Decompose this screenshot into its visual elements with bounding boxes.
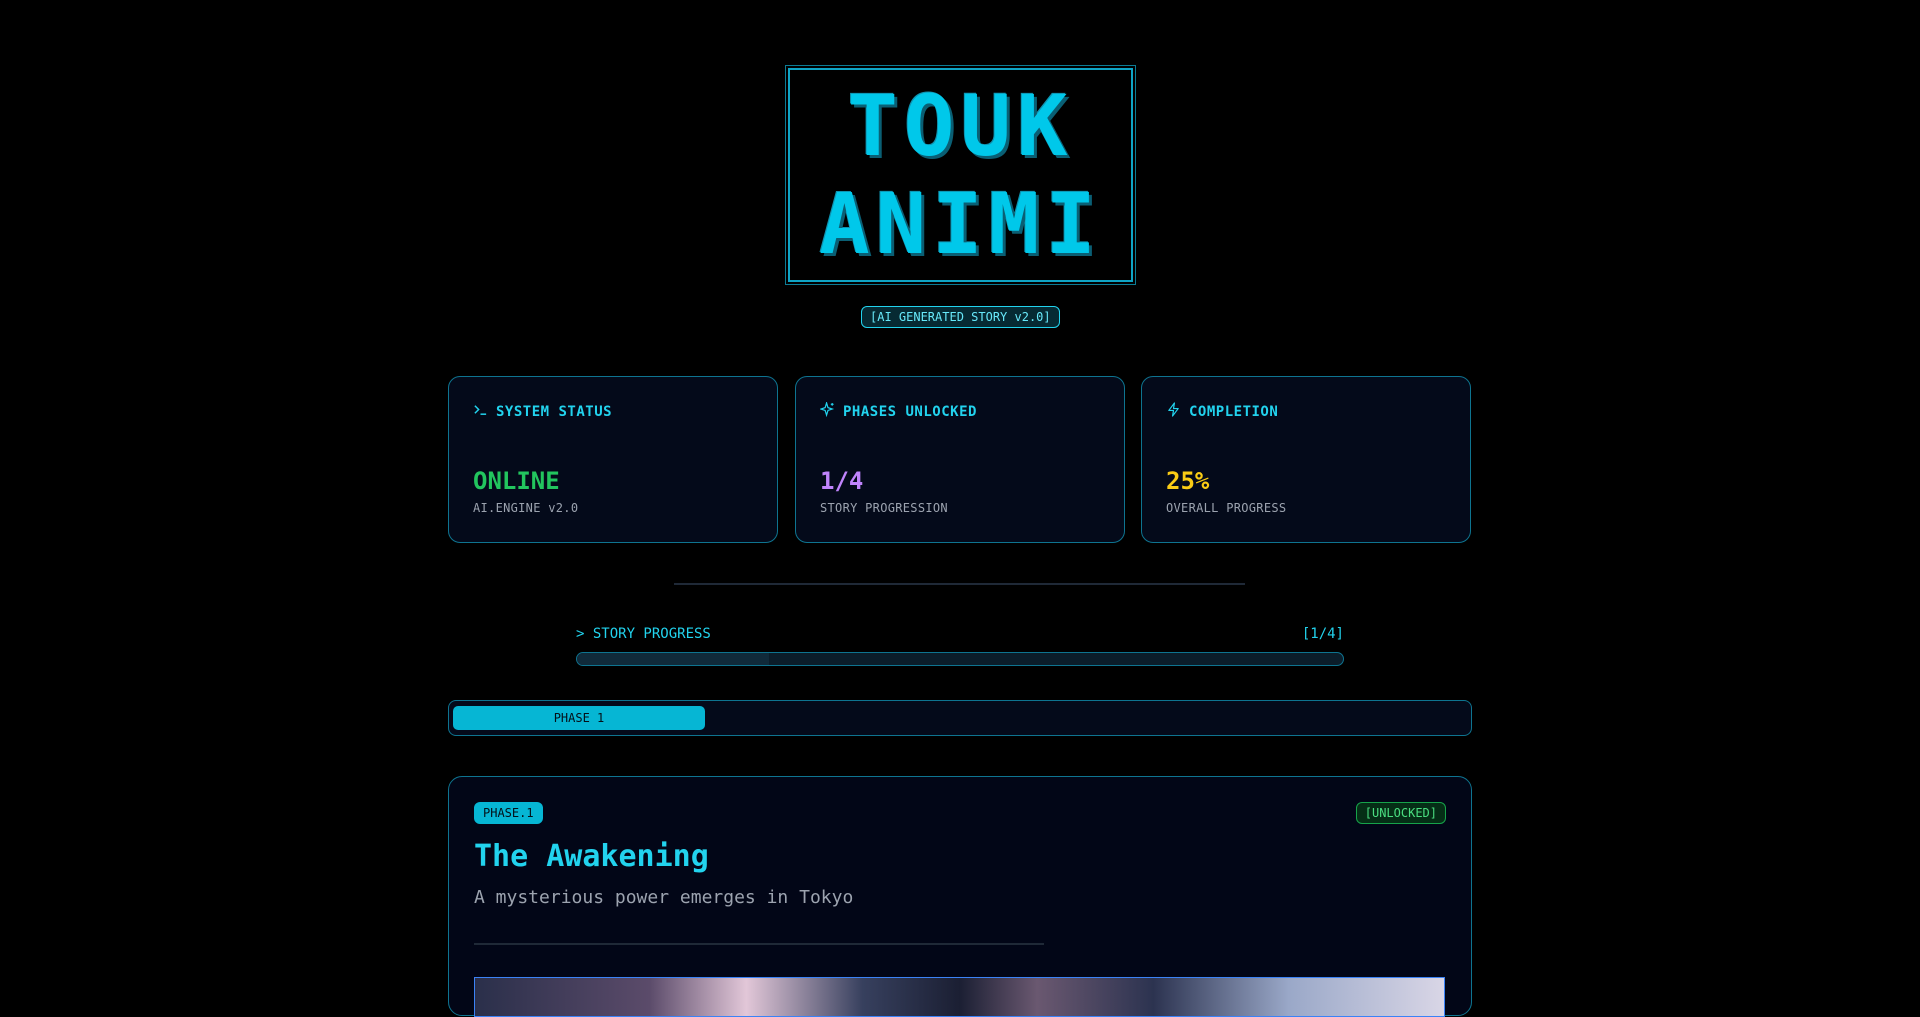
phase-badge: PHASE.1 [474,802,543,824]
system-status-value: ONLINE [473,467,560,495]
terminal-icon [473,402,488,421]
sparkles-icon [819,400,835,421]
section-divider [674,583,1245,585]
card-subtitle: STORY PROGRESSION [820,501,948,515]
phase-subtitle: A mysterious power emerges in Tokyo [474,887,854,908]
phases-unlocked-value: 1/4 [820,467,864,495]
story-progress-fill [577,653,769,665]
tab-phase-1[interactable]: PHASE 1 [453,706,705,730]
phase-title: The Awakening [474,839,709,874]
phase-divider [474,943,1044,945]
card-subtitle: AI.ENGINE v2.0 [473,501,579,515]
version-badge: [AI GENERATED STORY v2.0] [861,306,1060,328]
card-title: PHASES UNLOCKED [843,403,977,420]
story-progress-count: [1/4] [1301,626,1344,642]
card-subtitle: OVERALL PROGRESS [1166,501,1287,515]
system-status-card: SYSTEM STATUS ONLINE AI.ENGINE v2.0 [448,376,778,543]
logo: TOUK ANIMI [788,68,1133,282]
logo-line-2: ANIMI [819,175,1102,273]
phase-tabs: PHASE 1 [448,700,1472,736]
phases-unlocked-card: PHASES UNLOCKED 1/4 STORY PROGRESSION [795,376,1125,543]
completion-card: COMPLETION 25% OVERALL PROGRESS [1141,376,1471,543]
story-progress-bar [576,652,1344,666]
card-title: SYSTEM STATUS [496,403,613,420]
card-title: COMPLETION [1189,403,1279,420]
zap-icon [1166,402,1181,421]
logo-line-1: TOUK [847,77,1074,175]
phase-illustration [474,977,1445,1017]
completion-value: 25% [1166,467,1210,495]
status-badge: [UNLOCKED] [1355,802,1446,824]
phase-card: PHASE.1 [UNLOCKED] The Awakening A myste… [448,776,1472,1017]
story-progress-label: > STORY PROGRESS [576,626,711,642]
